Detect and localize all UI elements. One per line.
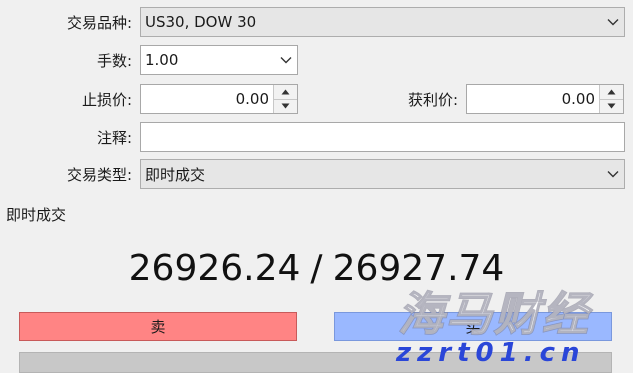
sell-button-label: 卖 xyxy=(150,318,166,336)
symbol-label: 交易品种: xyxy=(66,14,132,32)
chevron-down-icon[interactable] xyxy=(275,46,297,74)
buy-button[interactable]: 买 xyxy=(334,312,612,341)
buy-button-label: 买 xyxy=(465,318,481,336)
close-by-button[interactable] xyxy=(19,352,612,373)
arrow-up-icon[interactable] xyxy=(274,85,297,100)
volume-label: 手数: xyxy=(96,52,132,70)
comment-label: 注释: xyxy=(96,129,132,147)
order-type-value: 即时成交 xyxy=(145,165,206,184)
stop-loss-input[interactable]: 0.00 xyxy=(140,84,298,114)
take-profit-label: 获利价: xyxy=(407,91,458,109)
chevron-down-icon[interactable] xyxy=(602,8,624,36)
arrow-down-icon[interactable] xyxy=(274,99,297,113)
volume-value: 1.00 xyxy=(145,51,179,69)
symbol-select[interactable]: US30, DOW 30 xyxy=(140,7,625,37)
chevron-down-icon[interactable] xyxy=(602,160,624,188)
arrow-up-icon[interactable] xyxy=(600,85,623,100)
volume-combobox[interactable]: 1.00 xyxy=(140,45,298,75)
execution-section-title: 即时成交 xyxy=(6,206,67,224)
sell-button[interactable]: 卖 xyxy=(19,312,297,341)
take-profit-spinner[interactable] xyxy=(599,85,623,113)
bid-ask-price: 26926.24/26927.74 xyxy=(0,245,633,293)
stop-loss-spinner[interactable] xyxy=(273,85,297,113)
bid-price: 26926.24 xyxy=(128,248,301,289)
order-type-select[interactable]: 即时成交 xyxy=(140,159,625,189)
price-separator: / xyxy=(310,248,323,289)
order-type-label: 交易类型: xyxy=(66,166,132,184)
ask-price: 26927.74 xyxy=(332,248,505,289)
take-profit-value: 0.00 xyxy=(561,90,595,108)
stop-loss-label: 止损价: xyxy=(81,91,132,109)
symbol-value: US30, DOW 30 xyxy=(145,13,257,31)
arrow-down-icon[interactable] xyxy=(600,99,623,113)
stop-loss-value: 0.00 xyxy=(235,90,269,108)
take-profit-input[interactable]: 0.00 xyxy=(466,84,624,114)
comment-input[interactable] xyxy=(140,122,625,152)
